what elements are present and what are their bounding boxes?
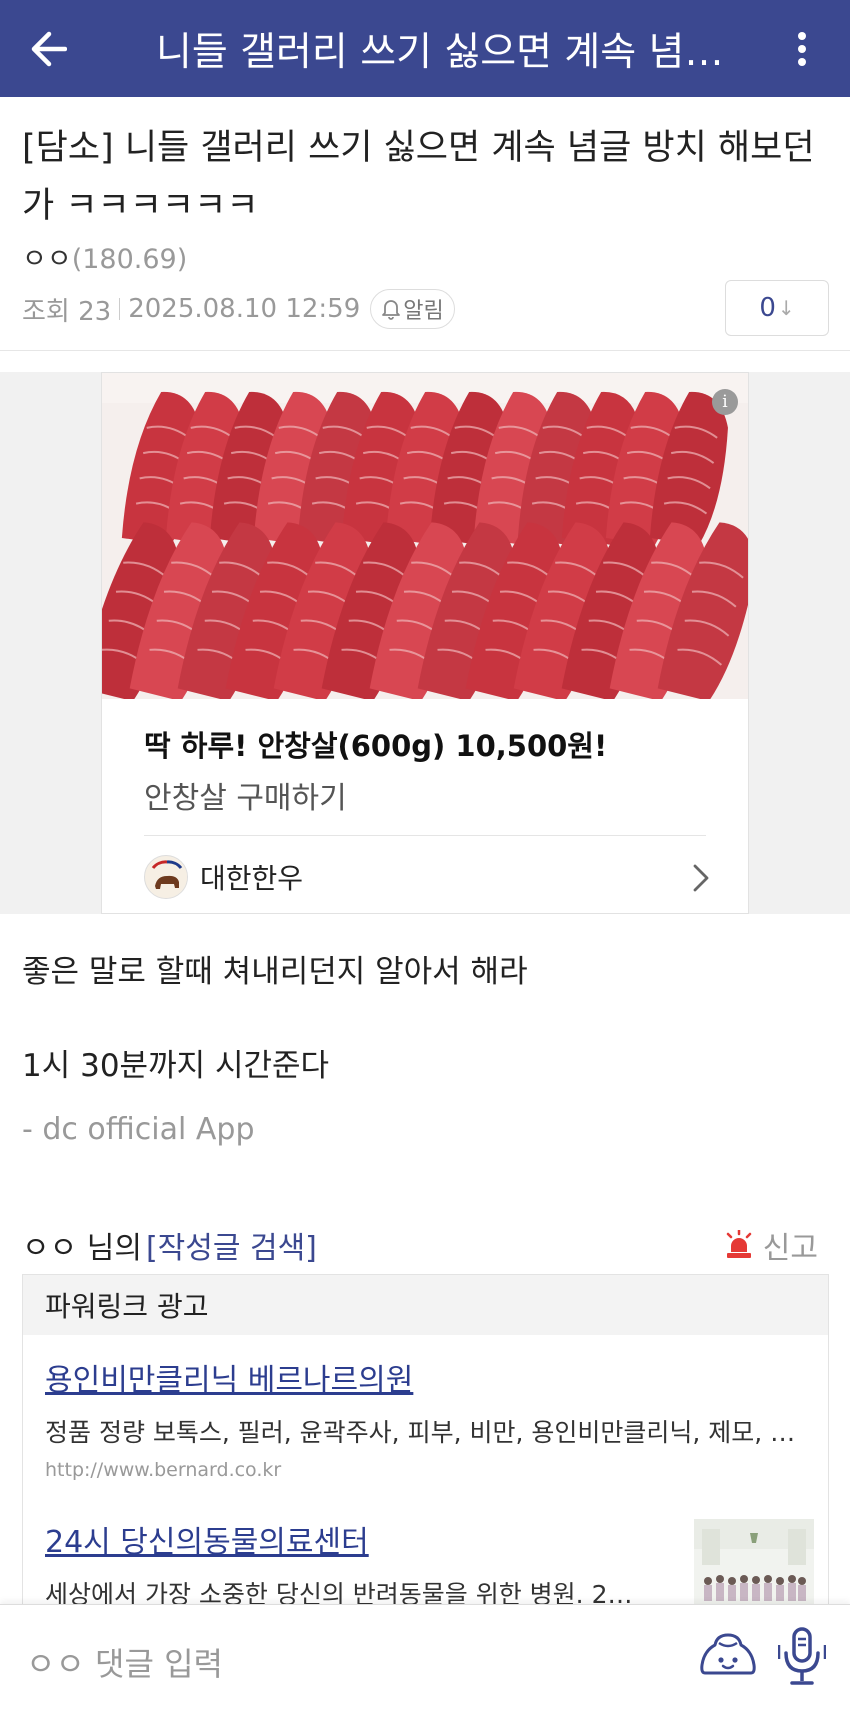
ad-info-icon[interactable]: i (712, 389, 738, 415)
top-app-bar: 니들 갤러리 쓰기 싫으면 계속 념글 방치 해보던가 ㅋㅋㅋㅋㅋㅋ (0, 0, 850, 97)
more-menu-button[interactable] (754, 0, 850, 97)
powerlink-item-title[interactable]: 용인비만클리닉 베르나르의원 (45, 1355, 815, 1399)
powerlink-item-thumbnail[interactable] (694, 1519, 814, 1609)
dccon-icon[interactable] (697, 1627, 759, 1689)
post-header: [담소] 니들 갤러리 쓰기 싫으면 계속 념글 방치 해보던가 ㅋㅋㅋㅋㅋㅋ … (0, 97, 850, 351)
view-count: 조회 23 (22, 296, 112, 327)
recommend-count: 0 (759, 293, 776, 323)
post-signature: - dc official App (22, 1112, 255, 1147)
back-button[interactable] (0, 0, 96, 97)
author-name: ㅇㅇ (22, 244, 72, 275)
meta-divider (119, 298, 121, 320)
powerlink-item[interactable]: 24시 당신의동물의료센터 세상에서 가장 소중한 당신의 반려동물을 위한 병… (45, 1517, 645, 1611)
recommend-count-button[interactable]: 0 ↓ (725, 280, 829, 336)
microphone-icon[interactable] (778, 1625, 826, 1689)
post-meta: 조회 23 2025.08.10 12:59 알림 (22, 287, 455, 331)
writer-row: ㅇㅇ 님의 [작성글 검색] 신고 (22, 1222, 828, 1268)
ad-brand[interactable]: 대한한우 (144, 853, 303, 901)
page-title: 니들 갤러리 쓰기 싫으면 계속 념글 방치 해보던가 ㅋㅋㅋㅋㅋㅋ (156, 29, 754, 75)
post-date: 2025.08.10 12:59 (128, 294, 361, 324)
comment-bar: ㅇㅇ 댓글 입력 (0, 1604, 850, 1718)
report-button[interactable]: 신고 (725, 1222, 818, 1268)
post-author[interactable]: ㅇㅇ(180.69) (22, 237, 187, 276)
powerlink-item-url: http://www.bernard.co.kr (45, 1459, 282, 1481)
siren-icon (726, 1230, 752, 1258)
report-label: 신고 (762, 1231, 818, 1266)
more-vertical-icon (798, 31, 806, 66)
recommend-arrow: ↓ (777, 296, 795, 320)
alarm-button[interactable]: 알림 (370, 289, 455, 329)
ad-card[interactable]: i 딱 하루! 안창살(600g) 10,500원! 안창살 구매하기 대한한우 (101, 372, 749, 914)
alarm-label: 알림 (403, 299, 444, 324)
ad-divider (144, 835, 706, 836)
brand-name: 대한한우 (200, 862, 304, 895)
post-body-line: 1시 30분까지 시간준다 (22, 1048, 330, 1084)
author-ip: (180.69) (71, 244, 188, 275)
chevron-right-icon[interactable] (692, 863, 710, 893)
back-arrow-icon (31, 31, 67, 66)
writer-search-link[interactable]: [작성글 검색] (146, 1223, 317, 1267)
ad-image: i (102, 373, 748, 699)
powerlink-header: 파워링크 광고 (23, 1275, 828, 1335)
ad-subtitle: 안창살 구매하기 (144, 781, 347, 816)
post-title: [담소] 니들 갤러리 쓰기 싫으면 계속 념글 방치 해보던가 ㅋㅋㅋㅋㅋㅋ (22, 128, 815, 226)
ad-headline: 딱 하루! 안창살(600g) 10,500원! (144, 729, 608, 763)
brand-logo (144, 855, 188, 899)
ad-section: i 딱 하루! 안창살(600g) 10,500원! 안창살 구매하기 대한한우 (0, 372, 850, 914)
bell-icon (382, 300, 401, 320)
comment-input[interactable]: ㅇㅇ 댓글 입력 (26, 1639, 223, 1685)
powerlink-item-title[interactable]: 24시 당신의동물의료센터 (45, 1517, 645, 1561)
powerlink-item[interactable]: 용인비만클리닉 베르나르의원 정품 정량 보톡스, 필러, 윤곽주사, 피부, … (45, 1355, 815, 1481)
powerlink-item-desc: 정품 정량 보톡스, 필러, 윤곽주사, 피부, 비만, 용인비만클리닉, 제모… (45, 1418, 815, 1447)
post-body-line: 좋은 말로 할때 쳐내리던지 알아서 해라 (22, 954, 528, 990)
writer-name: ㅇㅇ 님의 (22, 1231, 142, 1266)
